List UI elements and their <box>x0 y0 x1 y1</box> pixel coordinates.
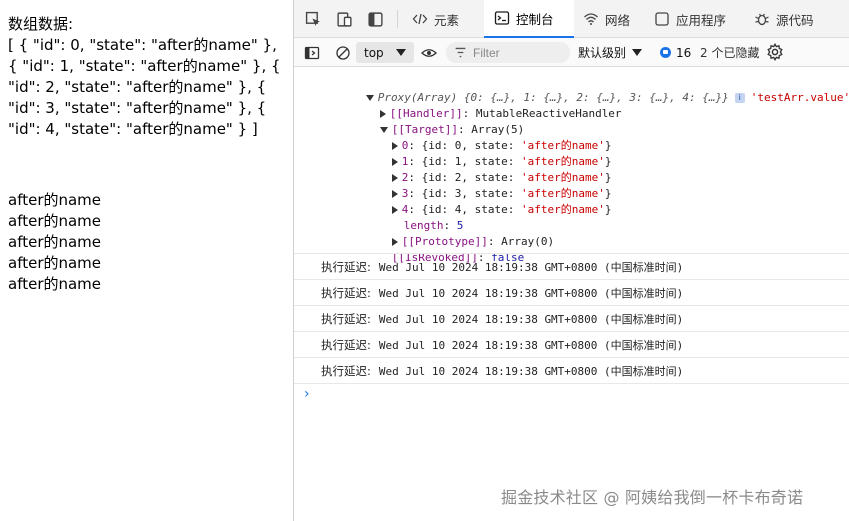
name-list: after的name after的name after的name after的n… <box>8 190 101 295</box>
log-label: 执行延迟: <box>321 311 371 326</box>
log-value: Wed Jul 10 2024 18:19:38 GMT+0800 (中国标准时… <box>378 364 684 378</box>
array-item-row[interactable]: 1: {id: 1, state: 'after的name'} <box>352 138 611 168</box>
target-row[interactable]: [[Target]]: Array(5) <box>340 106 524 136</box>
filter-input-box[interactable] <box>446 42 570 63</box>
code-icon <box>412 13 428 25</box>
console-icon <box>494 11 510 25</box>
watermark-text: 掘金技术社区 @ 阿姨给我倒一杯卡布奇诺 <box>501 488 804 507</box>
log-row: 执行延迟: Wed Jul 10 2024 18:19:38 GMT+0800 (… <box>294 332 849 358</box>
context-value: top <box>364 45 384 60</box>
log-level-value: 默认级别 <box>578 46 627 60</box>
issues-button[interactable]: 16 <box>660 42 691 63</box>
sidebar-toggle-icon[interactable] <box>302 43 322 63</box>
log-label: 执行延迟: <box>321 259 371 274</box>
log-value: Wed Jul 10 2024 18:19:38 GMT+0800 (中国标准时… <box>378 312 684 326</box>
chevron-down-icon <box>632 49 643 56</box>
eye-icon[interactable] <box>419 43 439 63</box>
issues-count: 16 <box>676 45 692 60</box>
log-row: 执行延迟: Wed Jul 10 2024 18:19:38 GMT+0800 (… <box>294 358 849 384</box>
context-select[interactable]: top <box>356 42 414 63</box>
list-item: after的name <box>8 275 102 293</box>
page-content: 数组数据: [ { "id": 0, "state": "after的name"… <box>0 0 293 521</box>
filter-icon <box>455 47 466 58</box>
revoked-row: [[IsRevoked]]: false <box>391 251 525 264</box>
dock-side-icon[interactable] <box>365 9 385 29</box>
tab-elements[interactable]: 元素 <box>412 0 482 38</box>
tab-network[interactable]: 网络 <box>583 0 643 38</box>
list-item: after的name <box>8 212 102 230</box>
tab-console[interactable]: 控制台 <box>484 0 574 38</box>
prototype-row[interactable]: [[Prototype]]: Array(0) <box>352 218 554 248</box>
array-data-text: 数组数据: [ { "id": 0, "state": "after的name"… <box>8 15 281 138</box>
tab-elements-label: 元素 <box>434 12 460 28</box>
log-level-select[interactable]: 默认级别 <box>578 42 643 63</box>
tab-sources[interactable]: 源代码 <box>754 0 834 38</box>
length-row: length: 5 <box>403 219 464 232</box>
array-item-row[interactable]: 3: {id: 3, state: 'after的name'} <box>352 170 611 200</box>
log-row: 执行延迟: Wed Jul 10 2024 18:19:38 GMT+0800 (… <box>294 280 849 306</box>
clear-console-icon[interactable] <box>333 43 353 63</box>
log-label: 执行延迟: <box>321 363 371 378</box>
list-item: after的name <box>8 191 102 209</box>
filter-input[interactable] <box>473 45 563 60</box>
console-output: Proxy(Array) {0: {…}, 1: {…}, 2: {…}, 3:… <box>294 68 849 521</box>
log-label: 执行延迟: <box>321 337 371 352</box>
list-item: after的name <box>8 233 102 251</box>
log-row: 执行延迟: Wed Jul 10 2024 18:19:38 GMT+0800 (… <box>294 306 849 332</box>
hidden-count: 2 个已隐藏 <box>700 46 760 60</box>
tab-network-label: 网络 <box>605 12 631 28</box>
tab-console-label: 控制台 <box>516 11 554 27</box>
log-row: 执行延迟: Wed Jul 10 2024 18:19:38 GMT+0800 (… <box>294 254 849 280</box>
log-value: Wed Jul 10 2024 18:19:38 GMT+0800 (中国标准时… <box>378 286 684 300</box>
array-item-row[interactable]: 4: {id: 4, state: 'after的name'} <box>352 186 611 216</box>
log-label: 执行延迟: <box>321 285 371 300</box>
proxy-label: 'testArr.value' <box>750 91 849 104</box>
log-value: Wed Jul 10 2024 18:19:38 GMT+0800 (中国标准时… <box>378 338 684 352</box>
inspect-element-icon[interactable] <box>303 9 323 29</box>
bug-icon <box>755 13 769 26</box>
list-item: after的name <box>8 254 102 272</box>
info-icon: i <box>734 93 745 103</box>
item-state: 'after的name' <box>520 203 605 216</box>
array-item-row[interactable]: 0: {id: 0, state: 'after的name'} <box>352 122 611 152</box>
item-close: } <box>604 203 612 216</box>
tab-application-label: 应用程序 <box>676 12 727 28</box>
proxy-summary-row[interactable]: Proxy(Array) {0: {…}, 1: {…}, 2: {…}, 3:… <box>326 74 849 104</box>
log-value: Wed Jul 10 2024 18:19:38 GMT+0800 (中国标准时… <box>378 260 684 274</box>
devtools-panel: 元素 控制台 网络 应用程序 源代码 top Filter 默认级别 16 2 … <box>294 0 849 521</box>
devtools-tabbar: 元素 控制台 网络 应用程序 源代码 <box>294 0 849 38</box>
console-toolbar: top 默认级别 16 2 个已隐藏 <box>294 38 849 67</box>
console-prompt[interactable]: › <box>304 386 310 402</box>
tab-application[interactable]: 应用程序 <box>654 0 744 38</box>
wifi-icon <box>584 13 598 25</box>
gear-icon[interactable] <box>766 43 784 61</box>
handler-row[interactable]: [[Handler]]: MutableReactiveHandler <box>340 90 622 120</box>
application-icon <box>655 12 669 26</box>
device-toolbar-icon[interactable] <box>334 9 354 29</box>
message-icon <box>660 47 671 58</box>
chevron-down-icon <box>396 49 406 56</box>
array-item-row[interactable]: 2: {id: 2, state: 'after的name'} <box>352 154 611 184</box>
tab-sources-label: 源代码 <box>776 12 814 28</box>
tab-separator <box>397 10 398 28</box>
